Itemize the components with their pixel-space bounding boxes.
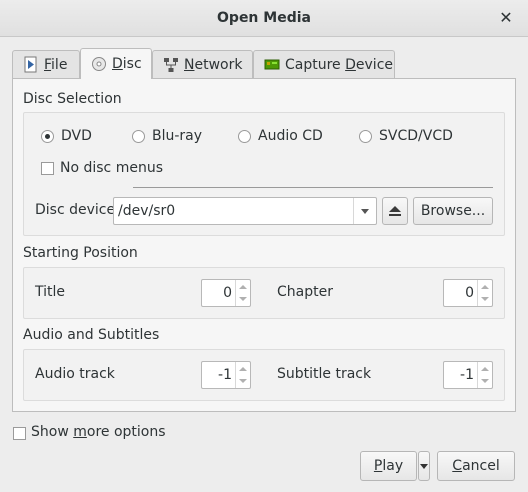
spin-arrows[interactable] (477, 280, 492, 306)
subtitle-track-label: Subtitle track (277, 366, 372, 382)
window-title: Open Media (217, 10, 311, 26)
disc-selection-heading: Disc Selection (23, 91, 122, 107)
radio-bluray-label[interactable]: Blu-ray (152, 128, 202, 144)
capture-card-icon (264, 51, 280, 78)
radio-dvd[interactable] (41, 130, 54, 143)
radio-audio-cd-label[interactable]: Audio CD (258, 128, 323, 144)
tab-capture-device[interactable]: Capture Device (253, 50, 395, 78)
audio-track-value: -1 (218, 367, 232, 383)
no-disc-menus-checkbox[interactable] (41, 162, 54, 175)
chapter-value: 0 (465, 285, 474, 301)
spin-up-icon (239, 285, 247, 289)
tab-network-label: Network (184, 57, 243, 73)
tab-file[interactable]: File (12, 50, 80, 78)
chapter-spinbox[interactable]: 0 (443, 279, 493, 307)
title-label: Title (35, 284, 66, 300)
spin-up-icon (239, 367, 247, 371)
file-icon (23, 51, 39, 78)
disc-device-label: Disc device (35, 202, 116, 218)
audio-track-spinbox[interactable]: -1 (201, 361, 251, 389)
show-more-options-checkbox[interactable] (13, 427, 26, 440)
close-icon: ✕ (499, 8, 513, 27)
disc-device-combobox[interactable]: /dev/sr0 (113, 197, 377, 225)
radio-dvd-label[interactable]: DVD (61, 128, 92, 144)
spin-down-icon (481, 297, 489, 301)
chapter-label: Chapter (277, 284, 333, 300)
subtitle-track-value: -1 (460, 367, 474, 383)
radio-svcd-vcd-label[interactable]: SVCD/VCD (379, 128, 453, 144)
disc-icon (91, 49, 107, 79)
audio-track-label: Audio track (35, 366, 115, 382)
spin-up-icon (481, 285, 489, 289)
dropdown-button[interactable] (353, 198, 376, 224)
audio-subtitles-heading: Audio and Subtitles (23, 327, 160, 343)
radio-bluray[interactable] (132, 130, 145, 143)
title-value: 0 (223, 285, 232, 301)
cancel-button[interactable]: Cancel (437, 451, 515, 481)
spin-down-icon (239, 297, 247, 301)
tab-capture-device-label: Capture Device (285, 57, 394, 73)
chevron-down-icon (361, 209, 369, 214)
separator (133, 187, 493, 188)
spin-down-icon (239, 379, 247, 383)
radio-svcd-vcd[interactable] (359, 130, 372, 143)
spin-arrows[interactable] (477, 362, 492, 388)
show-more-options-label[interactable]: Show more options (31, 424, 166, 440)
spin-arrows[interactable] (235, 280, 250, 306)
chevron-down-icon (420, 464, 428, 469)
no-disc-menus-label[interactable]: No disc menus (60, 160, 163, 176)
browse-button[interactable]: Browse... (413, 197, 493, 225)
disc-device-value: /dev/sr0 (118, 203, 176, 219)
radio-audio-cd[interactable] (238, 130, 251, 143)
tab-file-label: File (44, 57, 68, 73)
play-button[interactable]: Play (360, 451, 417, 481)
spin-up-icon (481, 367, 489, 371)
tab-network[interactable]: Network (152, 50, 253, 78)
spin-arrows[interactable] (235, 362, 250, 388)
eject-icon (389, 206, 401, 216)
starting-position-group (23, 267, 505, 319)
title-spinbox[interactable]: 0 (201, 279, 251, 307)
eject-button[interactable] (382, 197, 408, 225)
close-button[interactable]: ✕ (496, 8, 516, 28)
starting-position-heading: Starting Position (23, 245, 138, 261)
play-dropdown-button[interactable] (418, 451, 430, 481)
tab-disc-label: Disc (112, 56, 142, 72)
tab-disc[interactable]: Disc (80, 48, 152, 79)
subtitle-track-spinbox[interactable]: -1 (443, 361, 493, 389)
spin-down-icon (481, 379, 489, 383)
network-icon (163, 51, 179, 78)
